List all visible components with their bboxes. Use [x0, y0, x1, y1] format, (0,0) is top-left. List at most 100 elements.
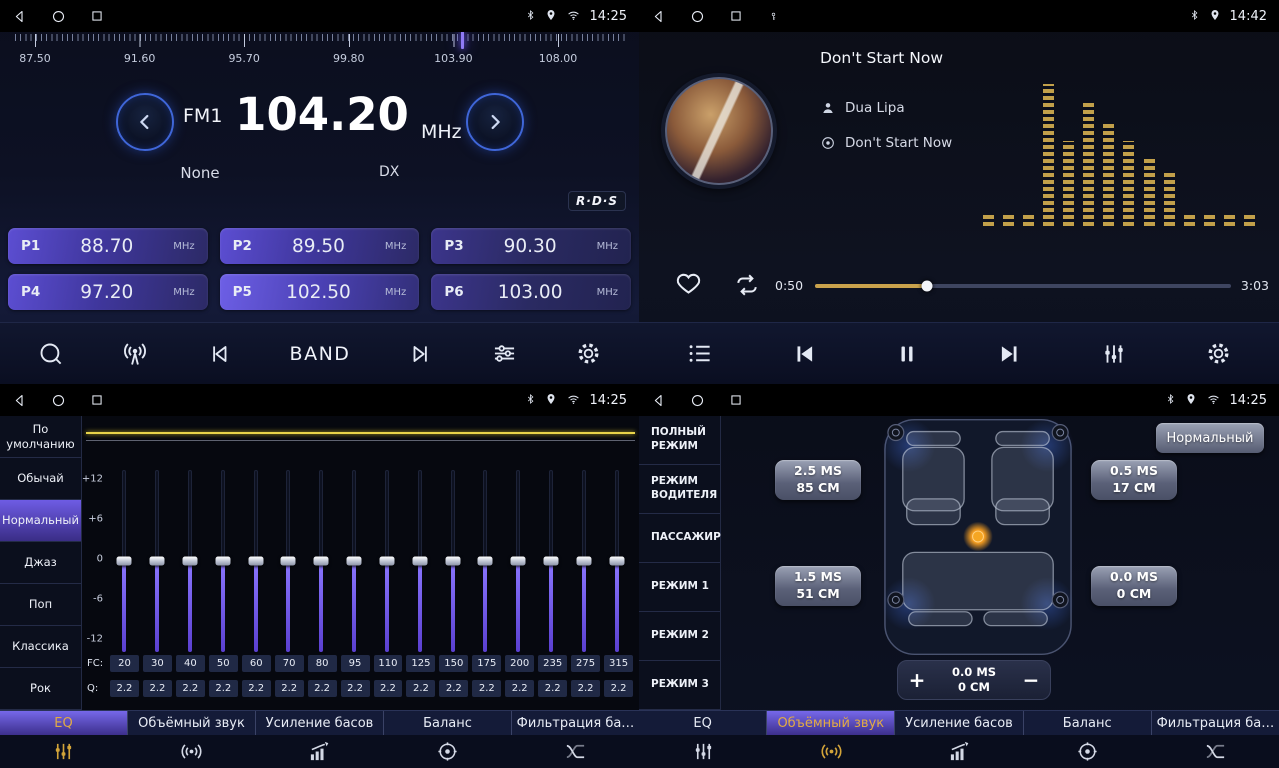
slider-knob[interactable]: [478, 557, 493, 566]
next-track-button[interactable]: [997, 341, 1023, 367]
back-button[interactable]: [651, 393, 666, 408]
preset-button-p3[interactable]: P390.30MHz: [431, 228, 631, 264]
eq-band-slider-60[interactable]: [239, 470, 272, 652]
tab-icon-button[interactable]: [639, 735, 767, 768]
playlist-button[interactable]: [686, 340, 713, 367]
slider-knob[interactable]: [248, 557, 263, 566]
eq-band-slider-125[interactable]: [403, 470, 436, 652]
mixer-button[interactable]: [1101, 341, 1127, 367]
fc-value[interactable]: 200: [505, 655, 534, 672]
q-value[interactable]: 2.2: [472, 680, 501, 697]
q-value[interactable]: 2.2: [406, 680, 435, 697]
slider-knob[interactable]: [314, 557, 329, 566]
tuner-indicator[interactable]: [461, 31, 464, 49]
eq-band-slider-200[interactable]: [502, 470, 535, 652]
q-value[interactable]: 2.2: [341, 680, 370, 697]
tab-bass-boost[interactable]: Усиление басов: [895, 711, 1023, 735]
fc-value[interactable]: 235: [538, 655, 567, 672]
listening-mode-item[interactable]: РЕЖИМ ВОДИТЕЛЯ: [639, 465, 720, 514]
increase-delay-button[interactable]: +: [898, 661, 936, 699]
q-value[interactable]: 2.2: [571, 680, 600, 697]
preset-button-p4[interactable]: P497.20MHz: [8, 274, 208, 310]
recents-button[interactable]: [729, 393, 743, 407]
favorite-button[interactable]: [675, 270, 702, 301]
tab-eq-sliders[interactable]: EQ: [0, 711, 128, 735]
sound-profile-button[interactable]: Нормальный: [1156, 423, 1264, 453]
slider-knob[interactable]: [117, 557, 132, 566]
tab-icon-button[interactable]: [1151, 735, 1279, 768]
eq-band-slider-275[interactable]: [567, 470, 600, 652]
front-left-speaker-chip[interactable]: 2.5 MS 85 CM: [775, 460, 861, 500]
tune-down-button[interactable]: [116, 93, 174, 151]
listening-mode-item[interactable]: РЕЖИМ 2: [639, 612, 720, 661]
eq-band-slider-95[interactable]: [338, 470, 371, 652]
preset-button-p6[interactable]: P6103.00MHz: [431, 274, 631, 310]
preset-button-p2[interactable]: P289.50MHz: [220, 228, 420, 264]
tab-icon-button[interactable]: [256, 735, 384, 768]
slider-knob[interactable]: [150, 557, 165, 566]
tab-balance[interactable]: Баланс: [1024, 711, 1152, 735]
listening-mode-item[interactable]: РЕЖИМ 3: [639, 661, 720, 710]
eq-band-slider-150[interactable]: [436, 470, 469, 652]
fc-value[interactable]: 70: [275, 655, 304, 672]
fc-value[interactable]: 150: [439, 655, 468, 672]
front-right-speaker-chip[interactable]: 0.5 MS 17 CM: [1091, 460, 1177, 500]
slider-knob[interactable]: [412, 557, 427, 566]
recents-button[interactable]: [729, 9, 743, 23]
previous-station-button[interactable]: [206, 341, 232, 367]
back-button[interactable]: [12, 393, 27, 408]
progress-bar[interactable]: [815, 284, 1231, 288]
fc-value[interactable]: 125: [406, 655, 435, 672]
recents-button[interactable]: [90, 9, 104, 23]
eq-preset-item[interactable]: Поп: [0, 584, 81, 626]
tab-icon-button[interactable]: [767, 735, 895, 768]
fc-value[interactable]: 20: [110, 655, 139, 672]
home-button[interactable]: [51, 393, 66, 408]
q-value[interactable]: 2.2: [143, 680, 172, 697]
q-value[interactable]: 2.2: [275, 680, 304, 697]
slider-knob[interactable]: [281, 557, 296, 566]
scan-button[interactable]: [37, 340, 64, 367]
slider-knob[interactable]: [543, 557, 558, 566]
listening-position-dot[interactable]: [973, 531, 984, 542]
decrease-delay-button[interactable]: −: [1012, 661, 1050, 699]
fc-value[interactable]: 80: [308, 655, 337, 672]
eq-preset-item[interactable]: Джаз: [0, 542, 81, 584]
eq-preset-item[interactable]: По умолчанию: [0, 416, 81, 458]
fc-value[interactable]: 95: [341, 655, 370, 672]
eq-band-slider-80[interactable]: [305, 470, 338, 652]
q-value[interactable]: 2.2: [110, 680, 139, 697]
q-value[interactable]: 2.2: [374, 680, 403, 697]
settings-button[interactable]: [1205, 340, 1232, 367]
rear-right-speaker-chip[interactable]: 0.0 MS 0 CM: [1091, 566, 1177, 606]
tab-eq-sliders[interactable]: EQ: [639, 711, 767, 735]
listening-mode-item[interactable]: РЕЖИМ 1: [639, 563, 720, 612]
listening-mode-item[interactable]: ПОЛНЫЙ РЕЖИМ: [639, 416, 720, 465]
q-value[interactable]: 2.2: [505, 680, 534, 697]
repeat-button[interactable]: [734, 272, 760, 302]
eq-band-slider-20[interactable]: [108, 470, 141, 652]
broadcast-button[interactable]: [121, 340, 149, 368]
eq-band-slider-110[interactable]: [371, 470, 404, 652]
fc-value[interactable]: 30: [143, 655, 172, 672]
tab-balance[interactable]: Баланс: [384, 711, 512, 735]
slider-knob[interactable]: [183, 557, 198, 566]
q-value[interactable]: 2.2: [176, 680, 205, 697]
tab-icon-button[interactable]: [895, 735, 1023, 768]
fc-value[interactable]: 40: [176, 655, 205, 672]
eq-band-slider-70[interactable]: [272, 470, 305, 652]
eq-band-slider-315[interactable]: [600, 470, 633, 652]
progress-knob[interactable]: [922, 281, 933, 292]
eq-preset-item[interactable]: Нормальный: [0, 500, 81, 542]
tab-icon-button[interactable]: [511, 735, 639, 768]
recents-button[interactable]: [90, 393, 104, 407]
settings-button[interactable]: [575, 340, 602, 367]
slider-knob[interactable]: [215, 557, 230, 566]
fc-value[interactable]: 60: [242, 655, 271, 672]
home-button[interactable]: [690, 9, 705, 24]
q-value[interactable]: 2.2: [604, 680, 633, 697]
previous-track-button[interactable]: [791, 341, 817, 367]
eq-preset-item[interactable]: Обычай: [0, 458, 81, 500]
slider-knob[interactable]: [445, 557, 460, 566]
tab-icon-button[interactable]: [0, 735, 128, 768]
